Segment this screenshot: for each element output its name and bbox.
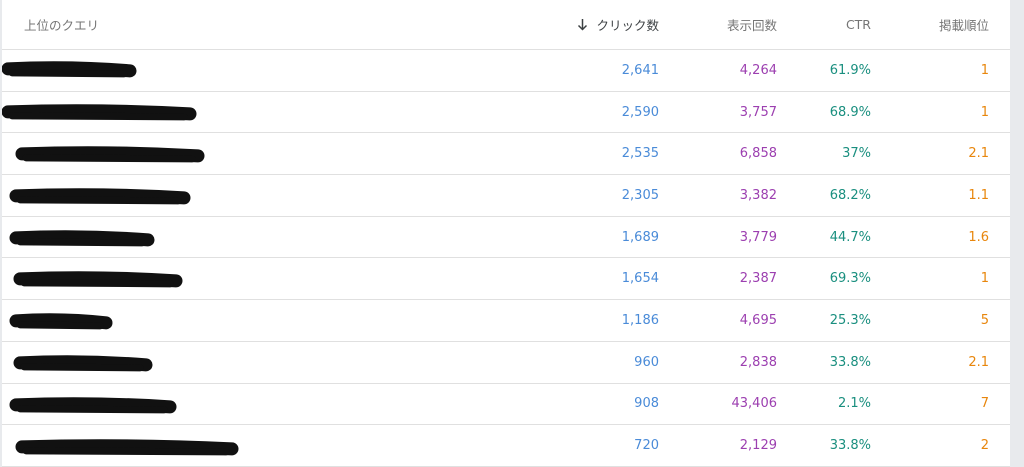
cell-clicks: 908 bbox=[634, 396, 659, 412]
table-row[interactable]: 1,186 4,695 25.3% 5 bbox=[2, 300, 1010, 342]
cell-ctr: 68.2% bbox=[829, 187, 871, 203]
table-row[interactable]: 960 2,838 33.8% 2.1 bbox=[2, 342, 1010, 384]
table-row[interactable]: 1,689 3,779 44.7% 1.6 bbox=[2, 217, 1010, 259]
redacted-query-text bbox=[9, 313, 113, 330]
cell-impressions: 2,129 bbox=[739, 438, 777, 454]
cell-position: 7 bbox=[980, 396, 989, 412]
cell-ctr: 25.3% bbox=[829, 313, 871, 329]
redacted-query-text bbox=[9, 188, 191, 205]
cell-impressions: 3,757 bbox=[739, 104, 777, 120]
table-row[interactable]: 2,305 3,382 68.2% 1.1 bbox=[2, 175, 1010, 217]
redacted-query-text bbox=[15, 146, 205, 163]
cell-position: 2.1 bbox=[968, 146, 989, 162]
cell-position: 1.1 bbox=[968, 187, 989, 203]
cell-ctr: 61.9% bbox=[829, 62, 871, 78]
cell-position: 5 bbox=[980, 313, 989, 329]
arrow-down-icon bbox=[577, 18, 588, 31]
cell-ctr: 2.1% bbox=[837, 396, 871, 412]
cell-ctr: 68.9% bbox=[829, 104, 871, 120]
column-header-position[interactable]: 掲載順位 bbox=[879, 0, 989, 49]
cell-clicks: 1,186 bbox=[621, 313, 659, 329]
cell-impressions: 2,387 bbox=[739, 271, 777, 287]
cell-position: 2.1 bbox=[968, 354, 989, 370]
cell-clicks: 720 bbox=[634, 438, 659, 454]
column-header-clicks[interactable]: クリック数 bbox=[529, 0, 659, 49]
cell-impressions: 6,858 bbox=[739, 146, 777, 162]
cell-impressions: 3,382 bbox=[739, 187, 777, 203]
cell-impressions: 3,779 bbox=[739, 229, 777, 245]
table-row[interactable]: 908 43,406 2.1% 7 bbox=[2, 384, 1010, 426]
redacted-query-text bbox=[15, 439, 239, 456]
cell-ctr: 33.8% bbox=[829, 354, 871, 370]
cell-clicks: 960 bbox=[634, 354, 659, 370]
cell-clicks: 1,654 bbox=[621, 271, 659, 287]
queries-table: 上位のクエリ クリック数 表示回数 CTR 掲載順位 2,641 4,264 61.… bbox=[2, 0, 1010, 467]
cell-impressions: 43,406 bbox=[731, 396, 778, 412]
page-background-edge bbox=[1010, 0, 1024, 467]
cell-impressions: 2,838 bbox=[739, 354, 777, 370]
cell-ctr: 37% bbox=[842, 146, 871, 162]
table-row[interactable]: 1,654 2,387 69.3% 1 bbox=[2, 259, 1010, 301]
cell-impressions: 4,695 bbox=[739, 313, 777, 329]
cell-ctr: 69.3% bbox=[829, 271, 871, 287]
column-header-query[interactable]: 上位のクエリ bbox=[24, 0, 424, 49]
cell-clicks: 2,305 bbox=[621, 187, 659, 203]
cell-ctr: 33.8% bbox=[829, 438, 871, 454]
cell-ctr: 44.7% bbox=[829, 229, 871, 245]
redacted-query-text bbox=[2, 103, 197, 121]
cell-clicks: 2,535 bbox=[621, 146, 659, 162]
table-row[interactable]: 2,535 6,858 37% 2.1 bbox=[2, 133, 1010, 176]
table-row[interactable]: 720 2,129 33.8% 2 bbox=[2, 425, 1010, 467]
redacted-query-text bbox=[9, 230, 155, 247]
table-row[interactable]: 2,590 3,757 68.9% 1 bbox=[2, 92, 1010, 134]
redacted-query-text bbox=[13, 270, 183, 287]
table-header: 上位のクエリ クリック数 表示回数 CTR 掲載順位 bbox=[2, 0, 1010, 50]
column-header-clicks-label: クリック数 bbox=[596, 18, 659, 33]
redacted-query-text bbox=[9, 396, 177, 413]
cell-position: 1 bbox=[980, 62, 989, 78]
cell-position: 2 bbox=[980, 438, 989, 454]
table-row[interactable]: 2,641 4,264 61.9% 1 bbox=[2, 50, 1010, 92]
redacted-query-text bbox=[2, 61, 137, 78]
cell-clicks: 1,689 bbox=[621, 229, 659, 245]
column-header-ctr[interactable]: CTR bbox=[781, 0, 871, 49]
cell-clicks: 2,590 bbox=[621, 104, 659, 120]
cell-clicks: 2,641 bbox=[621, 62, 659, 78]
cell-impressions: 4,264 bbox=[739, 62, 777, 78]
cell-position: 1 bbox=[980, 104, 989, 120]
redacted-query-text bbox=[13, 355, 153, 372]
cell-position: 1.6 bbox=[968, 229, 989, 245]
cell-position: 1 bbox=[980, 271, 989, 287]
column-header-impressions[interactable]: 表示回数 bbox=[667, 0, 777, 49]
